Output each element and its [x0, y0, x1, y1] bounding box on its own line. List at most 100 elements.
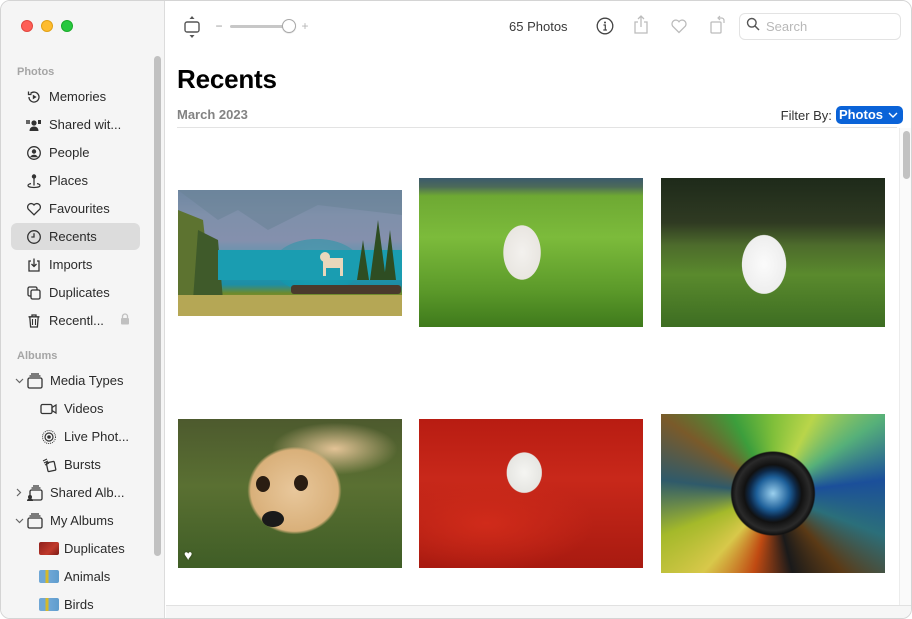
minimize-window-button[interactable]	[41, 20, 53, 32]
date-group-label: March 2023	[177, 107, 248, 122]
chevron-down-icon[interactable]	[14, 518, 24, 524]
sidebar-item-my-albums[interactable]: My Albums	[11, 507, 140, 534]
sidebar-item-memories[interactable]: Memories	[11, 83, 140, 110]
photo-count: 65 Photos	[509, 19, 568, 34]
share-icon	[634, 15, 648, 34]
chevron-right-icon[interactable]	[14, 488, 24, 497]
chevron-down-icon	[888, 112, 898, 118]
filter-value: Photos	[838, 107, 883, 122]
sidebar-item-label: Recentl...	[49, 313, 104, 328]
sidebar: Photos Memories Shared wit... People Pla…	[1, 1, 165, 618]
sidebar-item-label: Bursts	[64, 457, 101, 472]
imports-icon	[25, 256, 43, 274]
clock-icon	[25, 228, 43, 246]
aspect-toggle-icon[interactable]	[182, 15, 202, 39]
sidebar-item-bursts[interactable]: Bursts	[11, 451, 140, 478]
duplicates-icon	[25, 284, 43, 302]
info-icon	[596, 17, 614, 35]
window-controls	[21, 20, 73, 32]
album-thumbnail	[39, 598, 59, 611]
share-button[interactable]	[631, 14, 651, 36]
search-field[interactable]	[739, 13, 901, 40]
sidebar-item-album-duplicates[interactable]: Duplicates	[11, 535, 140, 562]
zoom-slider-track[interactable]	[230, 25, 290, 28]
trash-icon	[25, 312, 43, 330]
maximize-window-button[interactable]	[61, 20, 73, 32]
sidebar-item-label: Memories	[49, 89, 107, 104]
lock-icon	[120, 313, 130, 328]
sidebar-item-media-types[interactable]: Media Types	[11, 367, 140, 394]
sidebar-item-label: Live Phot...	[64, 429, 130, 444]
sidebar-item-label: Places	[49, 173, 89, 188]
photo-grid: ♥	[166, 128, 899, 605]
close-window-button[interactable]	[21, 20, 33, 32]
chevron-down-icon[interactable]	[14, 378, 24, 384]
photo-thumbnail[interactable]	[661, 414, 885, 573]
sidebar-item-videos[interactable]: Videos	[11, 395, 140, 422]
sidebar-item-recents[interactable]: Recents	[11, 223, 140, 250]
rotate-icon	[710, 15, 725, 34]
shared-albums-icon	[26, 484, 44, 502]
sidebar-item-label: People	[49, 145, 90, 160]
bottom-bar	[166, 605, 911, 618]
photo-thumbnail[interactable]	[178, 190, 402, 316]
rotate-button[interactable]	[708, 14, 728, 36]
zoom-out-button[interactable]: −	[214, 17, 224, 35]
toolbar: − + 65 Photos	[166, 1, 911, 53]
sidebar-item-shared-albums[interactable]: Shared Alb...	[11, 479, 140, 506]
sidebar-item-label: Videos	[64, 401, 104, 416]
photos-window: Photos Memories Shared wit... People Pla…	[0, 0, 912, 619]
section-label-photos: Photos	[17, 66, 55, 78]
sidebar-item-duplicates[interactable]: Duplicates	[11, 279, 140, 306]
sidebar-scrollbar[interactable]	[154, 56, 161, 556]
sidebar-item-label: Shared Alb...	[50, 485, 125, 500]
sidebar-item-label: Duplicates	[64, 541, 125, 556]
people-icon	[25, 144, 43, 162]
sidebar-item-favourites[interactable]: Favourites	[11, 195, 140, 222]
sidebar-item-label: Recents	[49, 229, 97, 244]
album-stack-icon	[26, 372, 44, 390]
photo-thumbnail[interactable]	[419, 419, 643, 568]
heart-icon	[671, 19, 687, 34]
favourite-button[interactable]	[669, 16, 689, 36]
photo-thumbnail[interactable]	[419, 178, 643, 327]
sidebar-item-label: Duplicates	[49, 285, 110, 300]
main-scrollbar-track[interactable]	[899, 128, 911, 605]
search-icon	[746, 17, 760, 36]
album-thumbnail	[39, 570, 59, 583]
filter-control: Filter By: Photos	[781, 106, 903, 124]
sidebar-item-recently-deleted[interactable]: Recentl...	[11, 307, 140, 334]
main-scrollbar-thumb[interactable]	[903, 131, 910, 179]
filter-dropdown[interactable]: Photos	[835, 106, 903, 124]
sidebar-item-album-birds[interactable]: Birds	[11, 591, 140, 618]
sidebar-item-shared-with-you[interactable]: Shared wit...	[11, 111, 140, 138]
places-icon	[25, 172, 43, 190]
sidebar-item-places[interactable]: Places	[11, 167, 140, 194]
photo-thumbnail[interactable]	[661, 178, 885, 327]
memories-icon	[25, 88, 43, 106]
page-title: Recents	[177, 64, 277, 94]
sidebar-item-label: Shared wit...	[49, 117, 122, 132]
search-input[interactable]	[766, 19, 896, 34]
favourite-heart-icon: ♥	[184, 547, 193, 563]
sidebar-item-label: Imports	[49, 257, 93, 272]
filter-label: Filter By:	[780, 107, 832, 123]
video-icon	[40, 400, 58, 418]
section-label-albums: Albums	[17, 350, 58, 362]
photo-thumbnail[interactable]: ♥	[178, 419, 402, 568]
live-photo-icon	[40, 428, 58, 446]
sidebar-item-album-animals[interactable]: Animals	[11, 563, 140, 590]
sidebar-item-imports[interactable]: Imports	[11, 251, 140, 278]
info-button[interactable]	[595, 16, 615, 36]
heart-icon	[25, 200, 43, 218]
zoom-in-button[interactable]: +	[299, 17, 311, 35]
sidebar-item-people[interactable]: People	[11, 139, 140, 166]
sidebar-item-live-photos[interactable]: Live Phot...	[11, 423, 140, 450]
sidebar-item-label: Birds	[64, 597, 94, 612]
sidebar-item-label: Media Types	[50, 373, 124, 388]
sidebar-item-label: Favourites	[49, 201, 110, 216]
album-stack-icon	[26, 512, 44, 530]
zoom-slider-thumb[interactable]	[282, 19, 296, 33]
album-thumbnail	[39, 542, 59, 555]
shared-with-you-icon	[25, 116, 43, 134]
